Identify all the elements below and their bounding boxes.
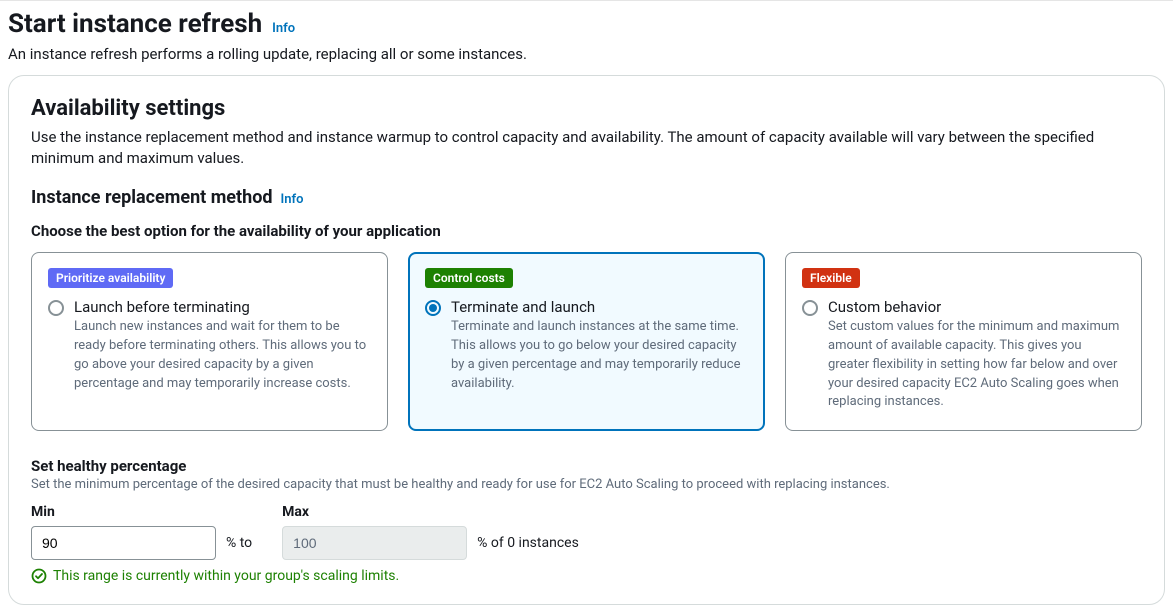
availability-description: Use the instance replacement method and … <box>31 127 1142 169</box>
min-input[interactable] <box>31 526 216 560</box>
pct-to-text: % to <box>226 535 252 551</box>
option-desc-custom: Set custom values for the minimum and ma… <box>828 318 1125 412</box>
healthy-label: Set healthy percentage <box>31 457 1142 475</box>
radio-terminate-and-launch[interactable] <box>425 300 441 316</box>
availability-heading: Availability settings <box>31 96 1142 121</box>
option-launch-before-terminating[interactable]: Prioritize availability Launch before te… <box>31 252 388 431</box>
min-col: Min % to <box>31 504 252 560</box>
pct-of-text: % of 0 instances <box>477 535 579 551</box>
badge-flexible: Flexible <box>802 268 860 288</box>
availability-panel: Availability settings Use the instance r… <box>8 75 1165 605</box>
replacement-method-heading: Instance replacement method <box>31 187 273 208</box>
option-desc-launch: Launch new instances and wait for them t… <box>74 318 371 393</box>
option-title-launch: Launch before terminating <box>74 298 371 316</box>
check-circle-icon <box>31 568 47 584</box>
option-title-custom: Custom behavior <box>828 298 1125 316</box>
minmax-row: Min % to Max % of 0 instances <box>31 504 1142 560</box>
replacement-method-heading-row: Instance replacement method Info <box>31 187 1142 208</box>
page-title-row: Start instance refresh Info <box>8 9 1165 39</box>
option-desc-terminate: Terminate and launch instances at the sa… <box>451 318 748 393</box>
max-col: Max % of 0 instances <box>282 504 579 560</box>
scaling-limits-status: This range is currently within your grou… <box>31 568 1142 584</box>
min-label: Min <box>31 504 252 520</box>
healthy-desc: Set the minimum percentage of the desire… <box>31 477 1142 492</box>
option-terminate-and-launch[interactable]: Control costs Terminate and launch Termi… <box>408 252 765 431</box>
info-link-header[interactable]: Info <box>272 21 295 36</box>
replacement-options: Prioritize availability Launch before te… <box>31 252 1142 431</box>
radio-launch-before-terminating[interactable] <box>48 300 64 316</box>
scaling-limits-text: This range is currently within your grou… <box>53 568 399 584</box>
badge-prioritize-availability: Prioritize availability <box>48 268 173 288</box>
option-custom-behavior[interactable]: Flexible Custom behavior Set custom valu… <box>785 252 1142 431</box>
page-subtitle: An instance refresh performs a rolling u… <box>8 45 1165 63</box>
radio-custom-behavior[interactable] <box>802 300 818 316</box>
option-title-terminate: Terminate and launch <box>451 298 748 316</box>
page-header: Start instance refresh Info An instance … <box>8 9 1165 63</box>
max-input <box>282 526 467 560</box>
max-label: Max <box>282 504 579 520</box>
replacement-prompt: Choose the best option for the availabil… <box>31 222 1142 240</box>
page-title: Start instance refresh <box>8 9 262 39</box>
badge-control-costs: Control costs <box>425 268 513 288</box>
info-link-replacement[interactable]: Info <box>281 192 304 207</box>
